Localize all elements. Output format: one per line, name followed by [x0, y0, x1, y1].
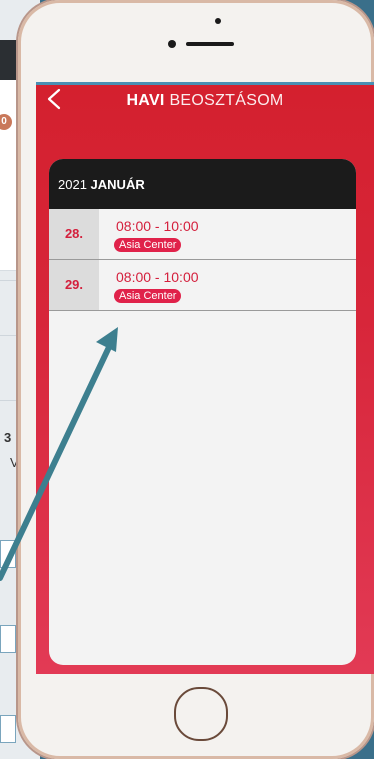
background-cell[interactable] — [0, 540, 16, 568]
location-badge: Asia Center — [114, 289, 182, 303]
speaker-grille — [186, 42, 234, 46]
background-row-number: 3 — [4, 430, 12, 445]
schedule-row[interactable]: 28. 08:00 - 10:00 Asia Center — [49, 209, 356, 260]
schedule-day: 29. — [49, 260, 99, 310]
schedule-time: 08:00 - 10:00 — [116, 269, 199, 285]
page-title: HAVI BEOSZTÁSOM — [36, 92, 374, 110]
schedule-time: 08:00 - 10:00 — [116, 218, 199, 234]
month-header: 2021 JANUÁR — [49, 159, 356, 209]
home-button-icon[interactable] — [174, 687, 228, 741]
app-screen: HAVI BEOSZTÁSOM 2021 JANUÁR 28. 08:00 - … — [36, 82, 374, 674]
camera-icon — [215, 18, 221, 24]
front-sensor-icon — [168, 40, 176, 48]
page-title-bold: HAVI — [126, 92, 165, 109]
schedule-day: 28. — [49, 209, 99, 259]
background-cell[interactable] — [0, 625, 16, 653]
month-header-month: JANUÁR — [90, 177, 145, 192]
page-title-light: BEOSZTÁSOM — [169, 92, 284, 109]
background-cell[interactable] — [0, 715, 16, 743]
status-bar — [36, 82, 374, 85]
schedule-card: 2021 JANUÁR 28. 08:00 - 10:00 Asia Cente… — [49, 159, 356, 665]
phone-frame: HAVI BEOSZTÁSOM 2021 JANUÁR 28. 08:00 - … — [18, 0, 374, 759]
month-header-year: 2021 — [58, 177, 87, 192]
schedule-row[interactable]: 29. 08:00 - 10:00 Asia Center — [49, 260, 356, 311]
location-badge: Asia Center — [114, 238, 182, 252]
